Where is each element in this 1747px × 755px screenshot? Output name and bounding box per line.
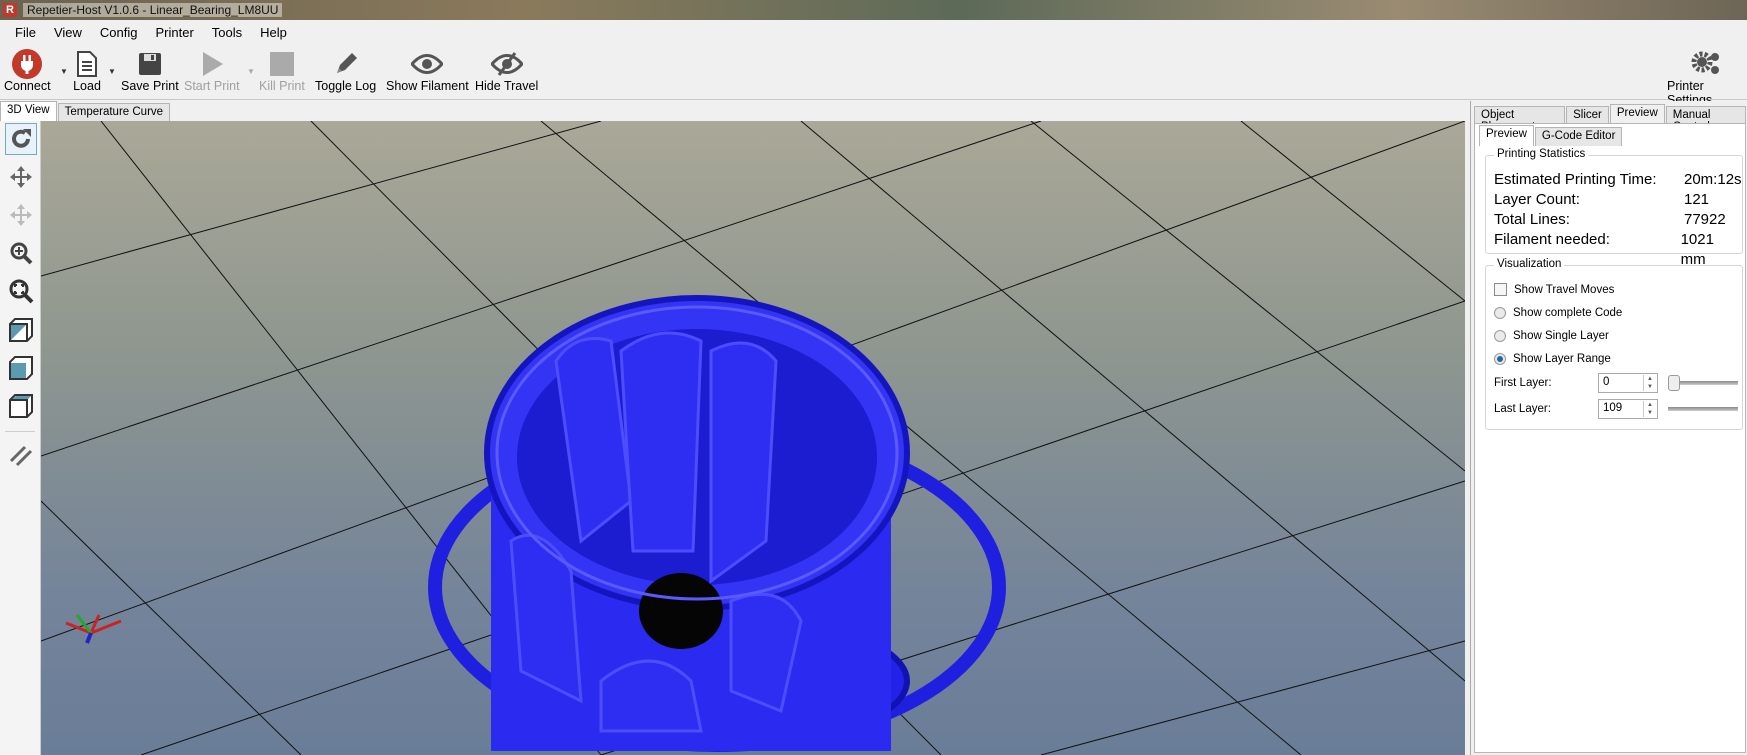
- stat-filament: Filament needed: 1021 mm: [1494, 231, 1714, 268]
- preview-subtabs: Preview G-Code Editor: [1479, 125, 1623, 146]
- view-tabs: 3D View Temperature Curve: [0, 101, 171, 122]
- stat-print-time: Estimated Printing Time: 20m:12s: [1494, 171, 1742, 188]
- stop-icon: [265, 49, 299, 79]
- menu-view[interactable]: View: [54, 25, 82, 40]
- tab-3d-view[interactable]: 3D View: [0, 101, 57, 122]
- hide-travel-button[interactable]: Hide Travel: [475, 49, 538, 93]
- preview-panel: Preview G-Code Editor Printing Statistic…: [1474, 123, 1746, 753]
- show-range-radio[interactable]: Show Layer Range: [1494, 347, 1742, 370]
- print-preview-canvas: [41, 121, 1465, 755]
- menu-bar: File View Config Printer Tools Help: [0, 20, 1747, 45]
- menu-help[interactable]: Help: [260, 25, 287, 40]
- zoom-in-icon[interactable]: [5, 237, 37, 269]
- move-object-icon[interactable]: [5, 199, 37, 231]
- stat-total-lines: Total Lines: 77922: [1494, 211, 1726, 228]
- visualization-group: Visualization Show Travel Moves Show com…: [1485, 258, 1743, 430]
- printing-statistics-group: Printing Statistics Estimated Printing T…: [1485, 148, 1743, 268]
- save-icon: [133, 49, 167, 79]
- last-layer-input[interactable]: 109 ▲ ▼: [1598, 399, 1658, 419]
- menu-tools[interactable]: Tools: [212, 25, 242, 40]
- gears-icon: [1690, 49, 1724, 79]
- last-layer-row: Last Layer: 109 ▲ ▼: [1494, 396, 1742, 422]
- tab-temperature-curve[interactable]: Temperature Curve: [57, 103, 171, 122]
- load-dropdown-icon[interactable]: ▼: [108, 67, 116, 76]
- view-iso-icon[interactable]: [5, 313, 37, 345]
- parallel-projection-icon[interactable]: [5, 439, 37, 471]
- right-tabs: Object Placement Slicer Preview Manual C…: [1474, 104, 1747, 133]
- window-title: Repetier-Host V1.0.6 - Linear_Bearing_LM…: [23, 3, 283, 17]
- first-layer-row: First Layer: 0 ▲ ▼: [1494, 370, 1742, 396]
- printer-settings-button[interactable]: Printer Settings: [1667, 49, 1747, 107]
- stat-layer-count: Layer Count: 121: [1494, 191, 1710, 208]
- first-layer-slider[interactable]: [1668, 375, 1738, 391]
- move-icon[interactable]: [5, 161, 37, 193]
- view-tools: [0, 121, 41, 755]
- 3d-viewport[interactable]: [41, 121, 1465, 755]
- last-layer-slider[interactable]: [1668, 407, 1738, 411]
- zoom-fit-icon[interactable]: [5, 275, 37, 307]
- connect-dropdown-icon[interactable]: ▼: [60, 67, 68, 76]
- first-layer-input[interactable]: 0 ▲ ▼: [1598, 373, 1658, 393]
- show-single-radio[interactable]: Show Single Layer: [1494, 324, 1742, 347]
- plug-icon: [10, 49, 44, 79]
- load-button[interactable]: Load: [70, 49, 104, 93]
- start-dropdown-icon[interactable]: ▼: [247, 67, 255, 76]
- show-complete-radio[interactable]: Show complete Code: [1494, 301, 1742, 324]
- rotate-icon[interactable]: [5, 123, 37, 155]
- show-travel-checkbox[interactable]: Show Travel Moves: [1494, 278, 1742, 301]
- kill-print-button[interactable]: Kill Print: [259, 49, 305, 93]
- title-bar: R Repetier-Host V1.0.6 - Linear_Bearing_…: [0, 0, 1747, 20]
- play-icon: [195, 49, 229, 79]
- subtab-preview[interactable]: Preview: [1479, 125, 1534, 146]
- app-icon: R: [3, 3, 17, 17]
- tab-preview[interactable]: Preview: [1609, 104, 1665, 125]
- view-top-icon[interactable]: [5, 389, 37, 421]
- show-filament-button[interactable]: Show Filament: [386, 49, 469, 93]
- toggle-log-button[interactable]: Toggle Log: [315, 49, 376, 93]
- start-print-button[interactable]: Start Print: [184, 49, 240, 93]
- save-print-button[interactable]: Save Print: [121, 49, 179, 93]
- pencil-icon: [329, 49, 363, 79]
- eye-slash-icon: [490, 49, 524, 79]
- menu-config[interactable]: Config: [100, 25, 138, 40]
- connect-button[interactable]: Connect: [4, 49, 51, 93]
- menu-file[interactable]: File: [15, 25, 36, 40]
- file-icon: [70, 49, 104, 79]
- toolbar: Connect ▼ Load ▼ Save Print Start Print …: [0, 45, 1747, 107]
- eye-icon: [410, 49, 444, 79]
- divider: [5, 431, 35, 432]
- right-panel: Object Placement Slicer Preview Manual C…: [1470, 101, 1747, 755]
- view-front-icon[interactable]: [5, 351, 37, 383]
- model-linear-bearing: [428, 295, 1006, 752]
- menu-printer[interactable]: Printer: [155, 25, 193, 40]
- subtab-gcode-editor[interactable]: G-Code Editor: [1534, 127, 1623, 146]
